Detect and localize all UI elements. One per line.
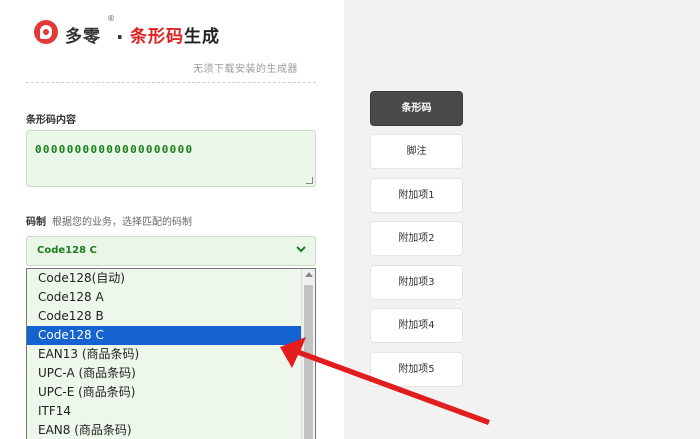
tab-footnote[interactable]: 脚注 — [370, 134, 463, 169]
tab-addon-2[interactable]: 附加项2 — [370, 221, 463, 256]
dropdown-option[interactable]: UPC-E (商品条码) — [27, 383, 302, 402]
title-red: 条形码 — [130, 27, 184, 47]
registered-mark: ® — [107, 14, 115, 23]
dropdown-option[interactable]: Code128(自动) — [27, 269, 302, 288]
tab-addon-1[interactable]: 附加项1 — [370, 178, 463, 213]
barcode-content-input[interactable]: 00000000000000000000 — [26, 130, 316, 187]
code-type-select[interactable]: Code128 C — [26, 236, 316, 266]
brand-name: 多零 — [65, 27, 101, 47]
chevron-down-icon — [296, 246, 306, 253]
tab-barcode[interactable]: 条形码 — [370, 91, 463, 126]
dropdown-option-selected[interactable]: Code128 C — [27, 326, 302, 345]
scroll-up-icon[interactable] — [305, 272, 313, 277]
title-dark: 生成 — [184, 27, 220, 47]
dropdown-option[interactable]: EAN8 (商品条码) — [27, 421, 302, 439]
barcode-content-value: 00000000000000000000 — [35, 143, 194, 156]
title-separator: . — [116, 20, 124, 44]
header-divider — [26, 82, 316, 83]
logo-icon — [34, 20, 58, 44]
content-label: 条形码内容 — [26, 115, 76, 126]
code-type-dropdown[interactable]: Code128(自动) Code128 A Code128 B Code128 … — [26, 268, 316, 439]
dropdown-option[interactable]: UPC-A (商品条码) — [27, 364, 302, 383]
code-type-label: 码制 — [26, 217, 46, 228]
tab-addon-3[interactable]: 附加项3 — [370, 265, 463, 300]
tab-addon-5[interactable]: 附加项5 — [370, 352, 463, 387]
dropdown-option[interactable]: Code128 A — [27, 288, 302, 307]
dropdown-option[interactable]: Code128 B — [27, 307, 302, 326]
code-type-hint: 根据您的业务，选择匹配的码制 — [52, 217, 192, 228]
dropdown-option[interactable]: EAN13 (商品条码) — [27, 345, 302, 364]
page-subtitle: 无须下载安装的生成器 — [193, 64, 298, 75]
page-title: 条形码生成 — [130, 22, 220, 47]
code-type-label-row: 码制 根据您的业务，选择匹配的码制 — [26, 213, 192, 228]
code-type-selected-value: Code128 C — [37, 245, 97, 256]
scrollbar-thumb[interactable] — [304, 285, 313, 439]
dropdown-option[interactable]: ITF14 — [27, 402, 302, 421]
resize-handle-icon[interactable] — [306, 177, 313, 184]
tab-addon-4[interactable]: 附加项4 — [370, 308, 463, 343]
dropdown-scrollbar[interactable] — [301, 269, 315, 439]
